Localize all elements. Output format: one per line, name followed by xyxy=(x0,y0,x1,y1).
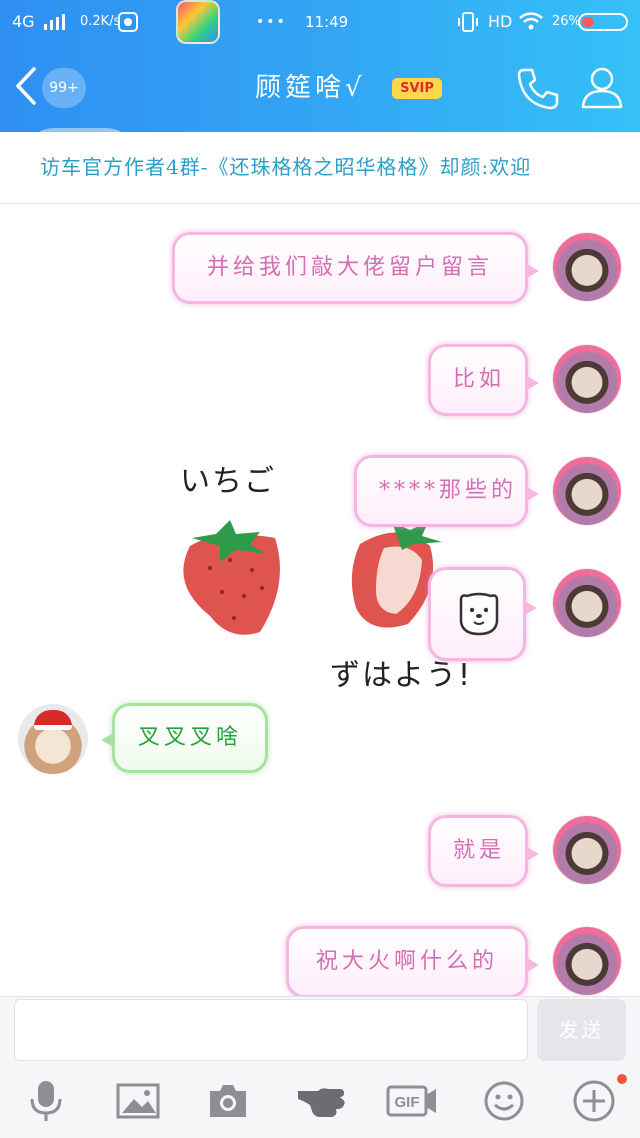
battery-percent: 26% xyxy=(552,14,581,29)
message-list[interactable]: いちご ずはよう! 并给我们敲大佬留户留言 比如 ****那些的 叉叉叉啥 就是… xyxy=(0,204,640,996)
my-avatar[interactable] xyxy=(552,815,622,885)
microphone-icon xyxy=(30,1081,62,1121)
message-bubble[interactable]: ****那些的 xyxy=(354,455,539,527)
my-avatar[interactable] xyxy=(552,456,622,526)
message-bubble[interactable]: 祝大火啊什么的 xyxy=(286,926,539,996)
signal-icon xyxy=(44,14,65,30)
sticker-top-text: いちご xyxy=(180,464,276,499)
notification-dot xyxy=(617,1074,627,1084)
person-icon xyxy=(581,67,623,109)
more-button[interactable] xyxy=(570,1077,618,1125)
group-notice-bar[interactable]: 访车官方作者4群-《还珠格格之昭华格格》却颜:欢迎 xyxy=(0,132,640,204)
app-badge-icon xyxy=(176,0,220,44)
photo-button[interactable] xyxy=(114,1077,162,1125)
smiley-icon xyxy=(484,1081,524,1121)
plus-circle-icon xyxy=(573,1080,615,1122)
chat-header: 4G 0.2K/s ••• 11:49 HD 26% 99+ 顾筵啥√ SVIP xyxy=(0,0,640,132)
clock: 11:49 xyxy=(305,13,349,31)
message-bubble-incoming[interactable]: 叉叉叉啥 xyxy=(101,703,268,773)
voice-button[interactable] xyxy=(22,1077,70,1125)
group-notice-text: 访车官方作者4群-《还珠格格之昭华格格》却颜:欢迎 xyxy=(40,155,532,179)
call-button[interactable] xyxy=(514,64,562,112)
vibrate-icon xyxy=(458,12,478,32)
my-avatar[interactable] xyxy=(552,926,622,996)
friend-avatar[interactable] xyxy=(18,704,88,774)
unread-badge[interactable]: 99+ xyxy=(42,68,86,108)
battery-icon xyxy=(578,13,628,31)
hd-label: HD xyxy=(488,12,513,31)
poke-button[interactable] xyxy=(296,1077,348,1125)
chat-screen: 4G 0.2K/s ••• 11:49 HD 26% 99+ 顾筵啥√ SVIP… xyxy=(0,0,640,1138)
message-input[interactable] xyxy=(14,999,528,1061)
svip-badge: SVIP xyxy=(392,78,442,99)
bear-face-icon xyxy=(459,592,499,636)
camera-button[interactable] xyxy=(204,1077,252,1125)
status-bar: 4G 0.2K/s ••• 11:49 HD 26% xyxy=(0,0,640,44)
browser-icon xyxy=(118,12,138,32)
message-bubble[interactable]: 比如 xyxy=(428,344,539,416)
more-dots: ••• xyxy=(256,14,287,30)
phone-icon xyxy=(517,68,559,110)
gif-button[interactable]: GIF xyxy=(386,1077,438,1125)
gif-label: GIF xyxy=(395,1094,420,1111)
input-area: 发送 GIF xyxy=(0,996,640,1138)
back-button[interactable] xyxy=(12,66,40,110)
chat-title: 顾筵啥√ xyxy=(255,73,366,103)
camera-icon xyxy=(210,1085,246,1117)
chevron-left-icon xyxy=(15,67,36,105)
send-button[interactable]: 发送 xyxy=(537,999,626,1061)
image-icon xyxy=(116,1083,160,1119)
network-label: 4G xyxy=(12,12,35,31)
emoji-message-bubble[interactable] xyxy=(428,567,537,661)
message-bubble[interactable]: 并给我们敲大佬留户留言 xyxy=(172,232,539,304)
my-avatar[interactable] xyxy=(552,232,622,302)
profile-button[interactable] xyxy=(578,64,626,112)
wifi-icon xyxy=(519,12,543,30)
emoji-button[interactable] xyxy=(480,1077,528,1125)
message-bubble[interactable]: 就是 xyxy=(428,815,539,887)
pointing-hand-icon xyxy=(298,1088,345,1117)
gif-icon: GIF xyxy=(386,1085,436,1117)
my-avatar[interactable] xyxy=(552,344,622,414)
my-avatar[interactable] xyxy=(552,568,622,638)
network-speed: 0.2K/s xyxy=(80,14,121,29)
